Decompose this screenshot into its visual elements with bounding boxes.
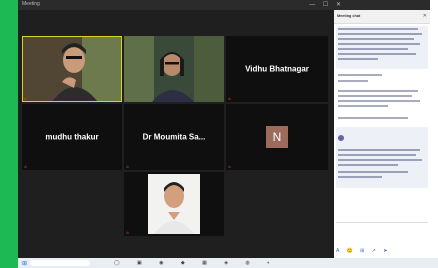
participant-tile-1[interactable]: ⊘ [22, 36, 122, 102]
avatar: N [266, 126, 288, 148]
windows-start-icon[interactable]: ⊞ [22, 260, 27, 267]
participant-video-2 [124, 36, 224, 102]
mic-muted-icon: ⊘ [24, 165, 28, 169]
taskbar: ⊞ ◯ ▣ ◉ ◆ ▦ ◈ ◍ ◐ [18, 258, 438, 268]
participant-label-5: ⊘ [126, 165, 130, 169]
chat-toolbar[interactable]: A 😊 ⊞ ↗ ➤ [336, 248, 390, 254]
participant-tile-2[interactable]: ⊘ [124, 36, 224, 102]
participant-video-1 [22, 36, 122, 102]
chat-message [336, 115, 428, 124]
video-grid: ⊘ ⊘ Vidhu Bhatnagar ⊘ mudhu thakur ⊘ Dr … [22, 36, 328, 236]
chat-message-lines [338, 149, 422, 179]
chat-compose[interactable] [336, 222, 428, 240]
chat-message-lines [338, 28, 422, 60]
taskbar-search[interactable] [30, 260, 90, 266]
mic-muted-icon: ⊘ [24, 97, 28, 101]
participant-label-3: ⊘ [228, 97, 232, 101]
chat-panel: Meeting chat ✕ A 😊 ⊞ ↗ ➤ [334, 10, 430, 258]
chat-message [336, 72, 428, 85]
participant-label-4: ⊘ [24, 165, 28, 169]
mic-muted-icon: ⊘ [228, 97, 232, 101]
participant-name-5: Dr Moumita Sa... [142, 132, 206, 142]
meeting-window: Meeting — ☐ ✕ ⊘ ⊘ Vidhu Bhatnagar ⊘ mudh… [18, 0, 430, 258]
mic-muted-icon: ⊘ [228, 165, 232, 169]
participant-tile-6[interactable]: N ⊘ [226, 104, 328, 170]
participant-label-2: ⊘ [126, 97, 130, 101]
chat-message-lines [338, 116, 408, 119]
participant-name-4: mudhu thakur [45, 132, 99, 142]
participant-label-6: ⊘ [228, 165, 232, 169]
participant-label-7: ⊘ [126, 231, 130, 235]
chat-title: Meeting chat [337, 14, 361, 18]
mic-muted-icon: ⊘ [126, 97, 130, 101]
participant-tile-4[interactable]: mudhu thakur ⊘ [22, 104, 122, 170]
chat-message-lines [338, 90, 420, 108]
chat-message-lines [338, 74, 382, 82]
participant-tile-5[interactable]: Dr Moumita Sa... ⊘ [124, 104, 224, 170]
chat-messages [336, 26, 428, 222]
meeting-controls [22, 238, 328, 250]
mic-muted-icon: ⊘ [126, 231, 130, 235]
window-title: Meeting [22, 1, 40, 7]
chat-message [336, 127, 428, 189]
title-bar: Meeting — ☐ ✕ [18, 0, 430, 10]
participant-label-1: ⊘ [24, 97, 28, 101]
participant-tile-7[interactable]: ⊘ [124, 172, 224, 236]
close-icon[interactable]: ✕ [423, 13, 427, 19]
window-controls[interactable]: — ☐ ✕ [309, 1, 344, 8]
mic-muted-icon: ⊘ [126, 165, 130, 169]
avatar [338, 134, 344, 141]
participant-tile-3[interactable]: Vidhu Bhatnagar ⊘ [226, 36, 328, 102]
green-accent-bar [0, 0, 18, 268]
chat-header: Meeting chat ✕ [334, 10, 430, 24]
chat-message [336, 26, 428, 69]
taskbar-app-icons[interactable]: ◯ ▣ ◉ ◆ ▦ ◈ ◍ ◐ [114, 260, 278, 266]
chat-message [336, 88, 428, 111]
participant-name-3: Vidhu Bhatnagar [245, 64, 309, 74]
participant-video-7 [124, 172, 224, 236]
